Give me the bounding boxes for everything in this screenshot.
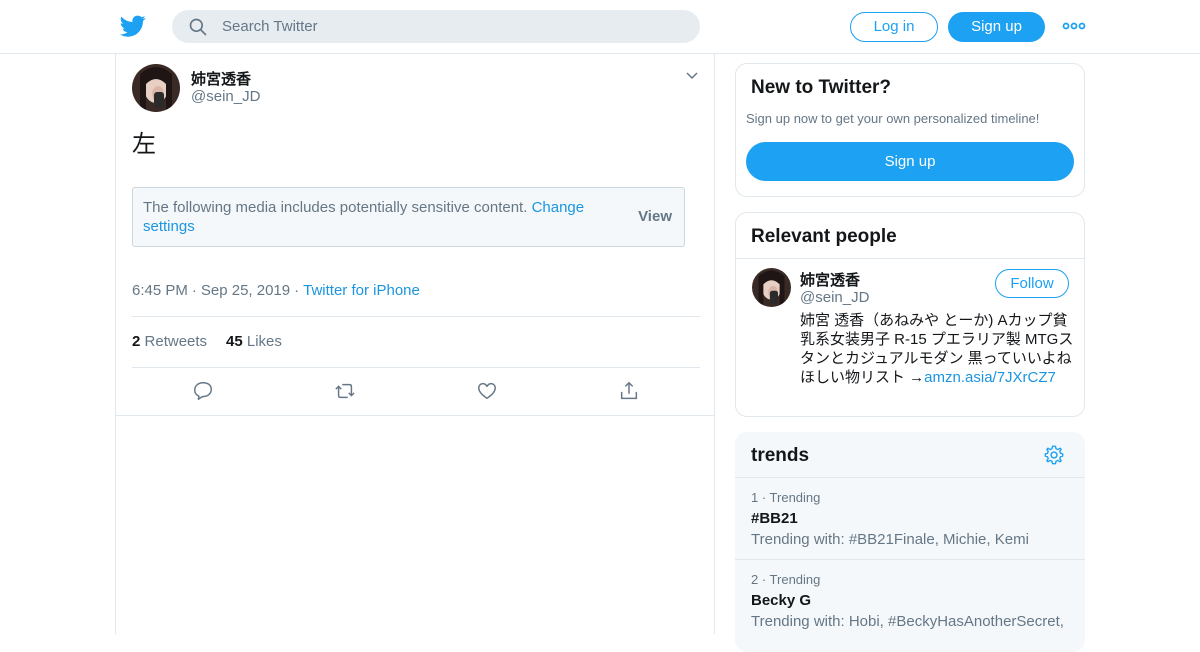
trend-rank: 2 · Trending <box>751 572 821 587</box>
new-to-twitter-card: New to Twitter? Sign up now to get your … <box>735 63 1085 197</box>
trend-related: Trending with: Hobi, #BeckyHasAnotherSec… <box>751 613 1064 630</box>
likes-count: 45 <box>226 333 243 350</box>
retweets-count: 2 <box>132 333 141 350</box>
chevron-down-icon[interactable] <box>684 68 700 84</box>
tweet-author-name[interactable]: 姉宮透香 <box>191 68 251 89</box>
trend-item[interactable]: 1 · Trending #BB21 Trending with: #BB21F… <box>735 477 1085 559</box>
search-input[interactable] <box>222 10 682 43</box>
sidebar-sign-up-button[interactable]: Sign up <box>746 142 1074 181</box>
tweet-date[interactable]: Sep 25, 2019 <box>201 282 290 299</box>
trend-rank: 1 · Trending <box>751 490 821 505</box>
trends-card: trends 1 · Trending #BB21 Trending with:… <box>735 432 1085 652</box>
divider <box>736 258 1084 259</box>
share-icon[interactable] <box>618 380 640 402</box>
log-in-button[interactable]: Log in <box>850 12 938 42</box>
avatar[interactable] <box>132 64 180 112</box>
person-bio: 姉宮 透香（あねみや とーか) Aカップ貧乳系女装男子 R-15 プエラリア製 … <box>800 311 1076 387</box>
retweet-icon[interactable] <box>334 380 356 402</box>
avatar-photo <box>752 268 791 307</box>
retweets-stat[interactable]: 2 Retweets <box>132 333 207 350</box>
tweet-actions <box>132 370 700 414</box>
main-column: 姉宮透香 @sein_JD 左 The following media incl… <box>115 54 715 634</box>
trends-title: trends <box>751 445 810 466</box>
separator-dot: · <box>191 282 197 299</box>
tweet-time[interactable]: 6:45 PM <box>132 282 188 299</box>
likes-label: Likes <box>246 333 282 350</box>
view-button[interactable]: View <box>638 208 672 225</box>
tweet-text: 左 <box>132 131 156 158</box>
trend-related: Trending with: #BB21Finale, Michie, Kemi <box>751 531 1029 548</box>
top-navigation-bar: Log in Sign up <box>0 0 1200 54</box>
new-to-twitter-title: New to Twitter? <box>751 77 892 98</box>
tweet-metadata: 6:45 PM · Sep 25, 2019 · Twitter for iPhone <box>132 282 420 299</box>
sign-up-button[interactable]: Sign up <box>948 12 1045 42</box>
sensitive-media-notice: The following media includes potentially… <box>132 187 685 247</box>
twitter-bird-logo-icon[interactable] <box>120 13 146 39</box>
tweet-author-handle[interactable]: @sein_JD <box>191 88 260 105</box>
avatar-photo <box>132 64 180 112</box>
retweets-label: Retweets <box>144 333 208 350</box>
search-icon <box>189 18 207 36</box>
trend-name: #BB21 <box>751 510 798 527</box>
bio-link[interactable]: amzn.asia/7JXrCZ7 <box>924 369 1056 386</box>
person-name[interactable]: 姉宮透香 <box>800 269 860 290</box>
more-options-icon[interactable] <box>1062 16 1086 36</box>
reply-icon[interactable] <box>192 380 214 402</box>
gear-icon[interactable] <box>1043 444 1065 466</box>
tweet-stats: 2 Retweets 45 Likes <box>132 316 700 368</box>
relevant-people-title: Relevant people <box>751 226 897 247</box>
person-handle[interactable]: @sein_JD <box>800 289 869 306</box>
like-heart-icon[interactable] <box>476 380 498 402</box>
likes-stat[interactable]: 45 Likes <box>226 333 282 350</box>
separator-dot: · <box>294 282 300 299</box>
trend-name: Becky G <box>751 592 812 609</box>
relevant-people-card: Relevant people 姉宮透香 @sein_JD Follow 姉宮 … <box>735 212 1085 417</box>
sensitive-media-text: The following media includes potentially… <box>143 199 528 216</box>
tweet-source-link[interactable]: Twitter for iPhone <box>303 282 420 299</box>
avatar[interactable] <box>752 268 791 307</box>
tweet: 姉宮透香 @sein_JD 左 The following media incl… <box>116 54 714 416</box>
new-to-twitter-subtitle: Sign up now to get your own personalized… <box>746 111 1040 126</box>
search-box[interactable] <box>172 10 700 43</box>
sensitive-media-message: The following media includes potentially… <box>143 198 613 236</box>
follow-button[interactable]: Follow <box>995 269 1069 298</box>
trend-item[interactable]: 2 · Trending Becky G Trending with: Hobi… <box>735 559 1085 641</box>
